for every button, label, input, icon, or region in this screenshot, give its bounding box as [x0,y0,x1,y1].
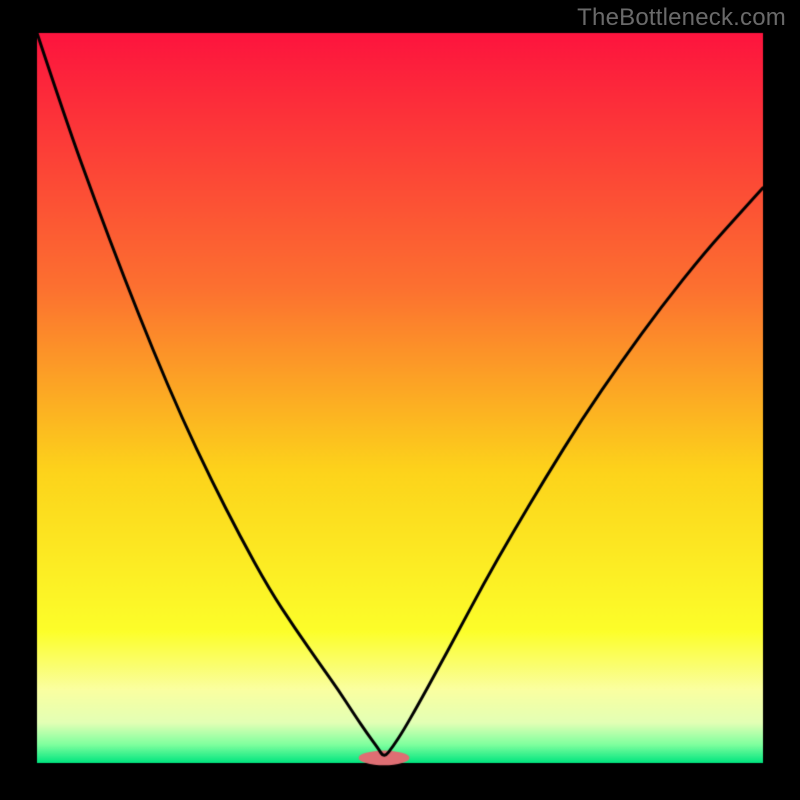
watermark-text: TheBottleneck.com [577,4,786,32]
bottleneck-chart-canvas [0,0,800,800]
chart-container: TheBottleneck.com [0,0,800,800]
